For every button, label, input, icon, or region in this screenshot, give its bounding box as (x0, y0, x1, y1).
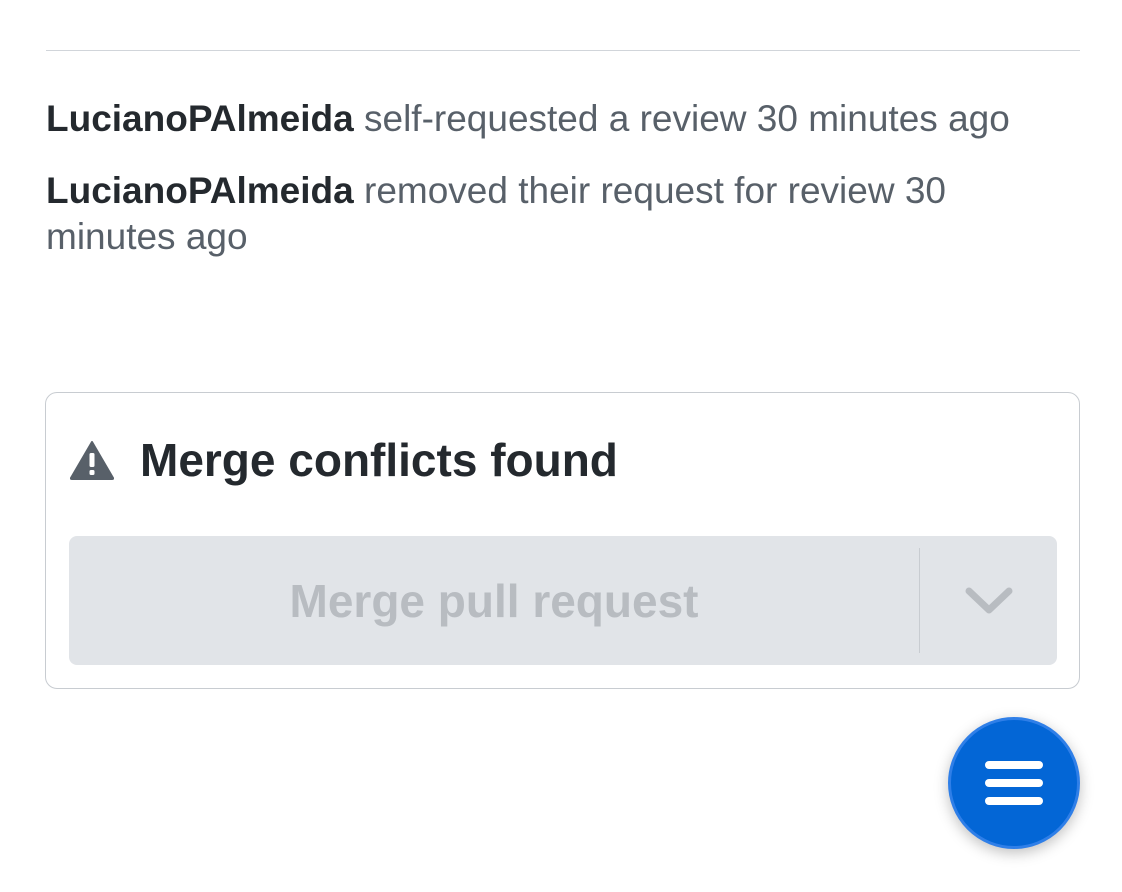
timeline-event: LucianoPAlmeida self-requested a review … (46, 96, 1056, 142)
pull-request-page: LucianoPAlmeida self-requested a review … (0, 0, 1122, 892)
timeline: LucianoPAlmeida self-requested a review … (46, 96, 1056, 286)
merge-options-dropdown[interactable] (920, 536, 1057, 665)
menu-fab-button[interactable] (948, 717, 1080, 849)
merge-button-group: Merge pull request (69, 536, 1057, 665)
timeline-event: LucianoPAlmeida removed their request fo… (46, 168, 1056, 260)
merge-status-box: Merge conflicts found Merge pull request (45, 392, 1080, 689)
menu-icon (985, 761, 1043, 805)
timeline-divider (46, 50, 1080, 51)
merge-status-header: Merge conflicts found (69, 433, 618, 487)
event-description: self-requested a review 30 minutes ago (364, 98, 1010, 139)
merge-pull-request-button[interactable]: Merge pull request (69, 548, 920, 653)
event-actor-link[interactable]: LucianoPAlmeida (46, 170, 354, 211)
event-actor-link[interactable]: LucianoPAlmeida (46, 98, 354, 139)
chevron-down-icon (965, 587, 1012, 613)
merge-status-title: Merge conflicts found (140, 434, 618, 486)
alert-triangle-icon (69, 440, 115, 480)
